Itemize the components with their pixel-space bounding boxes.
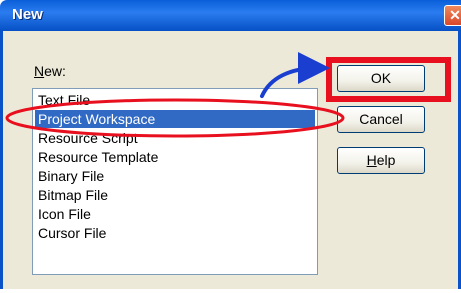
annotation-overlay	[5, 52, 345, 138]
highlight-ellipse	[5, 98, 345, 138]
pointer-arrow-icon	[260, 52, 330, 98]
